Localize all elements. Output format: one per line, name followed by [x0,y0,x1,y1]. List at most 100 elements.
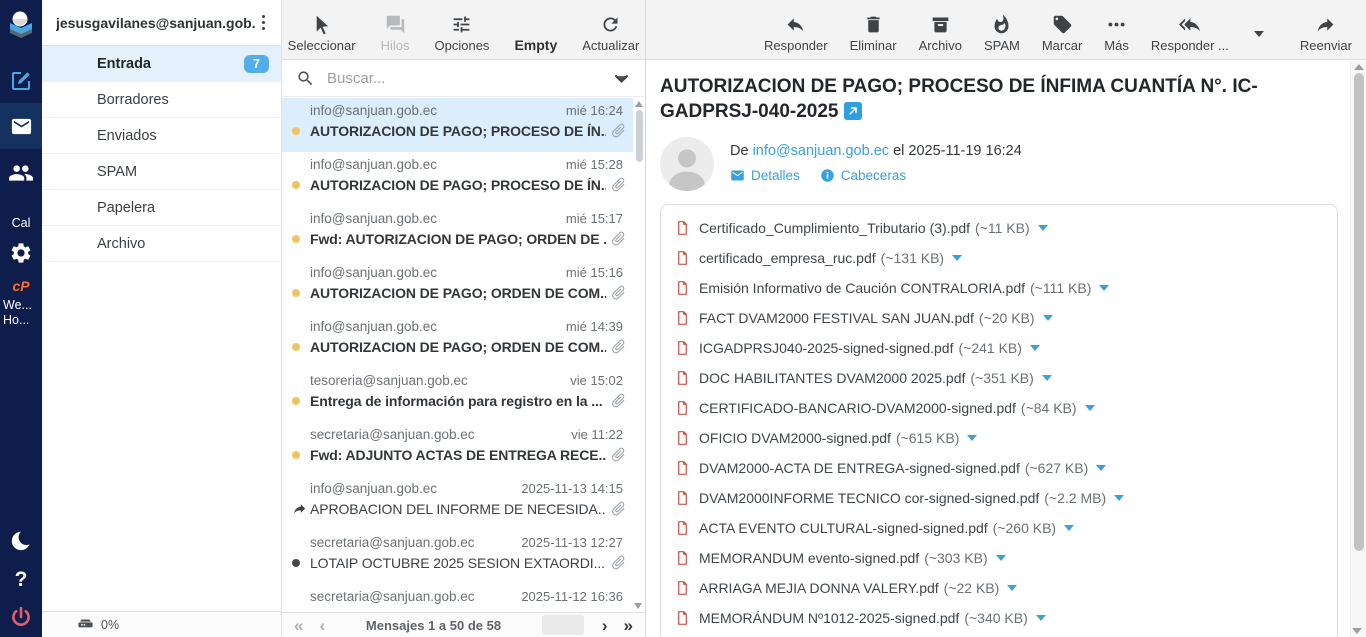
search-options-chevron-icon[interactable] [612,69,631,88]
attachment-item[interactable]: Certificado_Cumplimiento_Tributario (3).… [675,213,1323,243]
spam-button[interactable]: SPAM [984,14,1020,53]
contacts-button[interactable] [0,156,42,190]
webmail-home-shortcut[interactable]: We... Ho... [0,298,42,330]
headers-link[interactable]: Cabeceras [820,168,906,183]
attachment-clip-icon [606,226,630,250]
message-row[interactable]: info@sanjuan.gob.ec mié 14:39 AUTORIZACI… [282,314,633,368]
mail-nav-button[interactable] [0,103,42,149]
more-button[interactable]: Más [1104,14,1129,53]
cpanel-shortcut[interactable]: cP [0,276,42,296]
attachment-item[interactable]: FACT DVAM2000 FESTIVAL SAN JUAN.pdf (~20… [675,303,1323,333]
logout-button[interactable] [0,600,42,634]
open-in-new-window-icon[interactable] [844,102,862,120]
page-number-input[interactable] [542,615,584,635]
snappymail-logo[interactable] [0,4,42,44]
attachment-menu-caret-icon[interactable] [1043,315,1053,321]
calendar-shortcut[interactable]: Cal [0,215,42,231]
scroll-down-arrow[interactable] [1352,628,1362,634]
scroll-up-arrow[interactable] [1354,64,1364,70]
attachment-item[interactable]: DVAM2000INFORME TECNICO cor-signed-signe… [675,483,1323,513]
refresh-button[interactable]: Actualizar [582,14,639,53]
first-page-button[interactable]: « [294,617,303,634]
next-page-button[interactable]: › [602,617,608,634]
attachment-menu-caret-icon[interactable] [1030,345,1040,351]
reply-all-dropdown-caret[interactable] [1254,31,1264,37]
forward-button[interactable]: Reenviar [1300,14,1352,53]
attachment-item[interactable]: OFICIO DVAM2000-signed.pdf (~615 KB) [675,423,1323,453]
attachment-item[interactable]: MEMORANDUM evento-signed.pdf (~303 KB) [675,543,1006,573]
attachment-item[interactable]: CERTIFICADO-BANCARIO-DVAM2000-signed.pdf… [675,393,1323,423]
message-date: mié 15:16 [566,265,623,280]
sender-address-link[interactable]: info@sanjuan.gob.ec [753,143,889,159]
reader-scrollbar-thumb[interactable] [1354,73,1364,551]
attachment-item[interactable]: Emisión Informativo de Caución CONTRALOR… [675,273,1323,303]
attachment-item[interactable]: ACTA EVENTO CULTURAL-signed-signed.pdf (… [675,513,1323,543]
message-subject: Entrega de información para registro en … [310,393,606,409]
pagination-info: Mensajes 1 a 50 de 58 [341,618,526,633]
attachment-menu-caret-icon[interactable] [967,435,977,441]
message-row[interactable]: info@sanjuan.gob.ec 2025-11-13 14:15 APR… [282,476,633,530]
dark-mode-toggle[interactable] [0,524,42,558]
reader-scrollbar[interactable] [1350,61,1366,637]
options-button[interactable]: Opciones [435,14,490,53]
attachment-item[interactable]: ARRIAGA MEJIA DONNA VALERY.pdf (~22 KB) [675,573,1017,603]
message-row[interactable]: secretaria@sanjuan.gob.ec 2025-11-12 16:… [282,584,633,612]
list-scrollbar[interactable] [633,98,645,612]
attachment-menu-caret-icon[interactable] [952,255,962,261]
attachment-item[interactable]: DVAM2000-ACTA DE ENTREGA-signed-signed.p… [675,453,1323,483]
last-page-button[interactable]: » [624,617,633,634]
search-input[interactable] [327,70,600,87]
reply-all-button[interactable]: Responder ... [1151,14,1229,53]
empty-button[interactable]: Empty [514,37,557,53]
list-scrollbar-thumb[interactable] [636,110,643,162]
message-row[interactable]: info@sanjuan.gob.ec mié 16:24 AUTORIZACI… [282,98,633,152]
attachment-item[interactable]: MEMORÁNDUM Nº1012-2025-signed.pdf (~340 … [675,603,1323,633]
archive-button[interactable]: Archivo [919,14,962,53]
folder-item[interactable]: Entrada 7 [42,46,281,82]
folder-item[interactable]: Papelera [42,190,281,226]
compose-button[interactable] [0,66,42,96]
message-row[interactable]: secretaria@sanjuan.gob.ec 2025-11-13 12:… [282,530,633,584]
help-button[interactable]: ? [0,564,42,596]
attachment-name: MEMORÁNDUM Nº1012-2025-signed.pdf [699,610,959,626]
reply-button[interactable]: Responder [764,14,828,53]
attachment-menu-caret-icon[interactable] [1042,375,1052,381]
message-row[interactable]: info@sanjuan.gob.ec mié 15:16 AUTORIZACI… [282,260,633,314]
attachment-menu-caret-icon[interactable] [1038,225,1048,231]
attachment-menu-caret-icon[interactable] [1099,285,1109,291]
folder-item[interactable]: SPAM [42,154,281,190]
scroll-up-arrow[interactable] [635,101,643,107]
message-row[interactable]: secretaria@sanjuan.gob.ec vie 11:22 Fwd:… [282,422,633,476]
attachment-menu-caret-icon[interactable] [1085,405,1095,411]
message-row[interactable]: info@sanjuan.gob.ec mié 15:17 Fwd: AUTOR… [282,206,633,260]
attachment-menu-caret-icon[interactable] [1007,585,1017,591]
folder-item[interactable]: Archivo [42,226,281,262]
message-row[interactable]: info@sanjuan.gob.ec mié 15:28 AUTORIZACI… [282,152,633,206]
pdf-file-icon [675,399,690,417]
attachment-menu-caret-icon[interactable] [996,555,1006,561]
mark-button[interactable]: Marcar [1042,14,1082,53]
attachment-menu-caret-icon[interactable] [1096,465,1106,471]
search-icon[interactable] [296,69,315,88]
attachment-menu-caret-icon[interactable] [1114,495,1124,501]
read-dot [292,559,300,567]
details-link[interactable]: Detalles [730,168,800,183]
attachment-item[interactable]: certificado_empresa_ruc.pdf (~131 KB) [675,243,1323,273]
attachment-menu-caret-icon[interactable] [1064,525,1074,531]
attachment-item[interactable]: ICGADPRSJ040-2025-signed-signed.pdf (~24… [675,333,1323,363]
attachment-menu-caret-icon[interactable] [1036,615,1046,621]
message-date: mié 14:39 [566,319,623,334]
forward-icon [1315,14,1336,35]
folder-item[interactable]: Borradores [42,82,281,118]
threads-button[interactable]: Hilos [381,14,410,53]
message-sender: info@sanjuan.gob.ec [310,103,437,118]
attachment-item[interactable]: DOC HABILITANTES DVAM2000 2025.pdf (~351… [675,363,1323,393]
message-row[interactable]: tesoreria@sanjuan.gob.ec vie 15:02 Entre… [282,368,633,422]
account-menu-icon[interactable] [256,11,272,35]
scroll-down-arrow[interactable] [634,603,642,609]
delete-button[interactable]: Eliminar [850,14,897,53]
settings-button[interactable] [0,237,42,269]
select-button[interactable]: Seleccionar [288,14,356,53]
folder-item[interactable]: Enviados [42,118,281,154]
prev-page-button[interactable]: ‹ [319,617,325,634]
